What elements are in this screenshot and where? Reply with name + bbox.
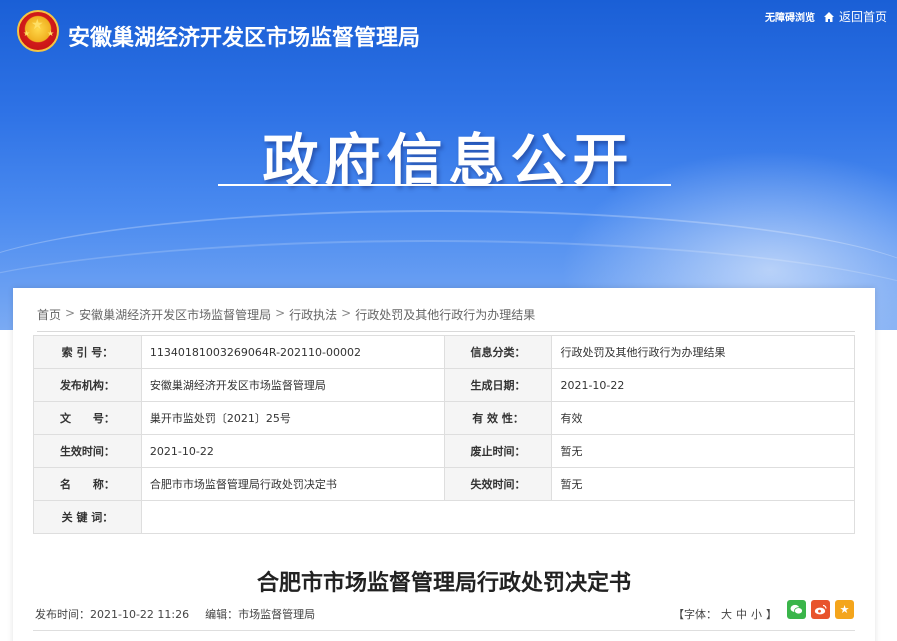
keywords-label: 关 键 词：: [33, 500, 142, 534]
validity-label: 有 效 性：: [443, 401, 553, 435]
divider: [33, 630, 855, 631]
weibo-glyph: [814, 604, 827, 615]
home-icon[interactable]: [823, 11, 835, 23]
editor: 编辑：市场监督管理局: [205, 606, 315, 622]
generated-date-label: 生成日期：: [443, 368, 553, 402]
hero-underline: [218, 184, 671, 186]
info-metadata-table: 索 引 号： 11340181003269064R-202110-00002 信…: [33, 335, 856, 534]
font-size-large-button[interactable]: 大: [721, 606, 732, 622]
breadcrumb-separator: >: [65, 306, 76, 320]
title-value: 合肥市市场监督管理局行政处罚决定书: [140, 467, 445, 501]
publisher-label: 发布机构：: [33, 368, 142, 402]
national-emblem-icon: ★ ★ ★: [17, 10, 59, 52]
table-row: 生效时间： 2021-10-22 废止时间： 暂无: [33, 434, 855, 468]
font-size-medium-button[interactable]: 中: [736, 606, 747, 622]
document-title: 合肥市市场监督管理局行政处罚决定书: [256, 571, 631, 596]
breadcrumb-department[interactable]: 安徽巢湖经济开发区市场监督管理局: [79, 306, 271, 331]
validity-value: 有效: [551, 401, 855, 435]
effective-date-label: 生效时间：: [33, 434, 142, 468]
header-banner: ★ ★ ★ 安徽巢湖经济开发区市场监督管理局 无障碍浏览 返回首页 政府信息公开: [0, 0, 897, 330]
back-home-link[interactable]: 返回首页: [839, 8, 887, 25]
publish-time-value: 2021-10-22 11:26: [90, 608, 190, 621]
editor-value: 市场监督管理局: [238, 608, 316, 621]
effective-date-value: 2021-10-22: [140, 434, 445, 468]
font-size-end: 】: [766, 608, 777, 621]
title-label: 名 称：: [33, 467, 142, 501]
font-size-label: 【字体：: [673, 608, 717, 621]
breadcrumb-home[interactable]: 首页: [37, 306, 61, 331]
breadcrumb-separator: >: [275, 306, 286, 320]
breadcrumb-separator: >: [341, 306, 352, 320]
table-row: 关 键 词：: [33, 500, 856, 534]
emblem-star: ★: [23, 29, 31, 38]
category-value: 行政处罚及其他行政行为办理结果: [551, 335, 855, 369]
emblem-star: ★: [47, 29, 55, 38]
top-links: 无障碍浏览 返回首页: [765, 8, 887, 25]
document-number-label: 文 号：: [33, 401, 142, 435]
site-title[interactable]: 安徽巢湖经济开发区市场监督管理局: [68, 20, 420, 52]
emblem-star: ★: [31, 17, 44, 33]
generated-date-value: 2021-10-22: [551, 368, 855, 402]
table-row: 索 引 号： 11340181003269064R-202110-00002 信…: [33, 335, 855, 369]
expiry-date-label: 失效时间：: [443, 467, 553, 501]
table-row: 文 号： 巢开市监处罚〔2021〕25号 有 效 性： 有效: [33, 401, 855, 435]
category-label: 信息分类：: [443, 335, 553, 369]
share-buttons: ★: [787, 600, 854, 619]
breadcrumb: 首页 > 安徽巢湖经济开发区市场监督管理局 > 行政执法 > 行政处罚及其他行政…: [37, 306, 855, 332]
star-icon[interactable]: ★: [835, 600, 854, 619]
publisher-value: 安徽巢湖经济开发区市场监督管理局: [140, 368, 445, 402]
weibo-icon[interactable]: [811, 600, 830, 619]
breadcrumb-law-enforcement[interactable]: 行政执法: [289, 306, 337, 331]
expiry-date-value: 暂无: [551, 467, 855, 501]
keywords-value: [140, 500, 856, 534]
index-number-label: 索 引 号：: [33, 335, 142, 369]
repeal-date-label: 废止时间：: [443, 434, 553, 468]
table-row: 名 称： 合肥市市场监督管理局行政处罚决定书 失效时间： 暂无: [33, 467, 855, 501]
repeal-date-value: 暂无: [551, 434, 855, 468]
index-number-value: 11340181003269064R-202110-00002: [140, 335, 445, 369]
font-size-switcher: 【字体： 大 中 小 】: [673, 606, 777, 622]
breadcrumb-penalty-results[interactable]: 行政处罚及其他行政行为办理结果: [355, 306, 535, 331]
table-row: 发布机构： 安徽巢湖经济开发区市场监督管理局 生成日期： 2021-10-22: [33, 368, 855, 402]
content-panel: 首页 > 安徽巢湖经济开发区市场监督管理局 > 行政执法 > 行政处罚及其他行政…: [13, 288, 875, 641]
publish-time-label: 发布时间：: [35, 608, 90, 621]
wechat-icon[interactable]: [787, 600, 806, 619]
barrier-free-link[interactable]: 无障碍浏览: [765, 9, 815, 24]
publish-time: 发布时间：2021-10-22 11:26: [35, 606, 189, 622]
font-size-small-button[interactable]: 小: [751, 606, 762, 622]
wechat-glyph: [790, 604, 803, 615]
publish-info: 发布时间：2021-10-22 11:26 编辑：市场监督管理局: [35, 606, 315, 622]
document-number-value: 巢开市监处罚〔2021〕25号: [140, 401, 445, 435]
editor-label: 编辑：: [205, 608, 239, 621]
